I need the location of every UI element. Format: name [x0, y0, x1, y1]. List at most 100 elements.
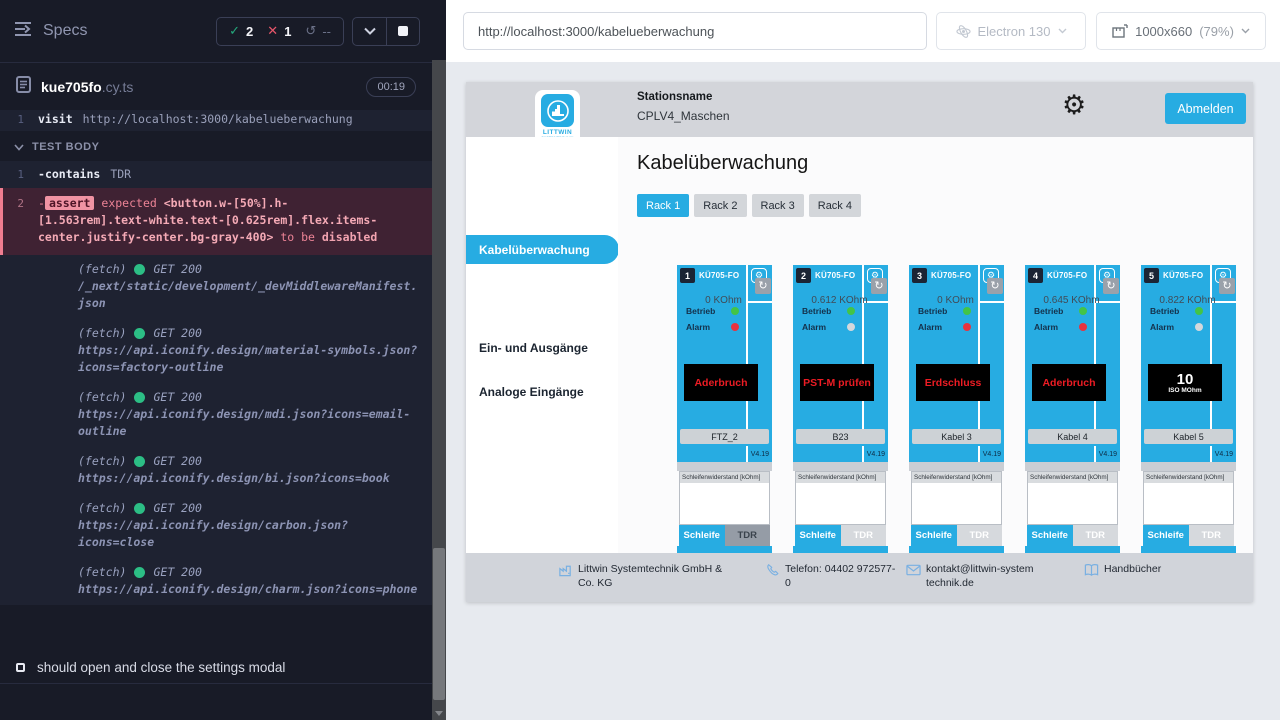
stop-button[interactable]: [386, 18, 419, 45]
refresh-icon[interactable]: ↻: [1219, 278, 1235, 294]
nav-item-ein-und-ausgaenge[interactable]: Ein- und Ausgänge: [479, 341, 588, 355]
loop-resistance-value: 0.612 KOhm: [795, 295, 884, 306]
alarm-led: [847, 323, 855, 331]
test-item-settings-modal[interactable]: should open and close the settings modal: [0, 652, 432, 684]
refresh-icon[interactable]: ↻: [987, 278, 1003, 294]
test-stats[interactable]: ✓ 2 ✕ 1 ↺ --: [216, 17, 344, 46]
tab-rack-3[interactable]: Rack 3: [752, 194, 804, 217]
fetch-log-row[interactable]: (fetch)GET 200 https://api.iconify.desig…: [0, 319, 432, 383]
fetch-log-row[interactable]: (fetch)GET 200 https://api.iconify.desig…: [0, 447, 432, 494]
card-number: 1: [680, 268, 695, 283]
schleife-button[interactable]: Schleife: [911, 525, 957, 546]
cable-name: Kabel 3: [912, 429, 1001, 444]
schleife-button[interactable]: Schleife: [795, 525, 841, 546]
stat-pending: ↺ --: [305, 24, 331, 39]
loop-resistance-value: 0.822 KOhm: [1143, 295, 1232, 306]
runner-controls: [352, 17, 420, 46]
betrieb-led: [1195, 307, 1203, 315]
fetch-log-row[interactable]: (fetch)GET 200 /_next/static/development…: [0, 255, 432, 319]
device-model: KÜ705-FO: [1047, 271, 1087, 280]
footer-manuals[interactable]: Handbücher: [1084, 562, 1161, 582]
cypress-reporter-sidebar: Specs ✓ 2 ✕ 1 ↺ --: [0, 0, 432, 720]
fetch-log-row[interactable]: (fetch)GET 200 https://api.iconify.desig…: [0, 494, 432, 558]
status-dot: [134, 567, 145, 578]
tab-rack-2[interactable]: Rack 2: [694, 194, 746, 217]
refresh-icon[interactable]: ↻: [871, 278, 887, 294]
stat-failed: ✕ 1: [267, 24, 291, 39]
command-contains[interactable]: 1 -contains TDR: [0, 161, 432, 188]
nav-item-kabelueberwachung[interactable]: Kabelüberwachung: [466, 235, 619, 264]
cable-name: Kabel 5: [1144, 429, 1233, 444]
chevron-down-icon: [14, 144, 24, 151]
refresh-icon: ↺: [305, 24, 316, 39]
spec-file-icon: [16, 76, 31, 98]
device-model: KÜ705-FO: [1163, 271, 1203, 280]
electron-icon: [956, 24, 971, 39]
schleife-button[interactable]: Schleife: [1143, 525, 1189, 546]
logout-button[interactable]: Abmelden: [1165, 93, 1246, 124]
url-input[interactable]: [463, 12, 927, 50]
spec-extension: .cy.ts: [102, 79, 134, 95]
cable-name: B23: [796, 429, 885, 444]
nav-item-analoge-eingaenge[interactable]: Analoge Eingänge: [479, 385, 584, 399]
fetch-log-row[interactable]: (fetch)GET 200 https://api.iconify.desig…: [0, 558, 432, 605]
specs-toggle-icon[interactable]: [14, 21, 33, 42]
stop-icon: [398, 26, 408, 36]
tdr-button-disabled: TDR: [1189, 525, 1235, 546]
betrieb-led: [731, 307, 739, 315]
status-dot: [134, 264, 145, 275]
device-card-5: 5 KÜ705-FO ⚙ Betrieb Alarm 10 ISO MOhm K…: [1141, 265, 1236, 553]
firmware-version: V4.19: [983, 451, 1001, 458]
status-dot: [134, 456, 145, 467]
spec-name: kue705fo: [41, 79, 102, 95]
check-icon: ✓: [229, 24, 240, 39]
device-model: KÜ705-FO: [815, 271, 855, 280]
viewport-select[interactable]: 1000x660 (79%): [1096, 12, 1266, 50]
spec-duration-badge: 00:19: [366, 77, 416, 97]
alarm-led: [963, 323, 971, 331]
phone-icon: [766, 563, 780, 590]
card-number: 5: [1144, 268, 1159, 283]
alarm-led: [1195, 323, 1203, 331]
device-model: KÜ705-FO: [699, 271, 739, 280]
reporter-header: Specs ✓ 2 ✕ 1 ↺ --: [0, 0, 432, 63]
scrollbar-thumb[interactable]: [433, 548, 445, 700]
alarm-led: [1079, 323, 1087, 331]
status-display: Erdschluss: [916, 364, 990, 401]
chevron-down-icon: [1241, 28, 1250, 34]
sidebar-scrollbar[interactable]: [432, 0, 446, 720]
tdr-button[interactable]: TDR: [725, 525, 771, 546]
firmware-version: V4.19: [1215, 451, 1233, 458]
chevron-down-icon: [1058, 28, 1067, 34]
device-card-2: 2 KÜ705-FO ⚙ Betrieb Alarm PST-M prüfen …: [793, 265, 888, 553]
browser-select[interactable]: Electron 130: [936, 12, 1086, 50]
command-assert-failed[interactable]: 2 -assert expected <button.w-[50%].h-[1.…: [0, 188, 432, 255]
schleife-button[interactable]: Schleife: [1027, 525, 1073, 546]
scroll-down-arrow[interactable]: [435, 711, 443, 716]
station-name-label: Stationsname: [637, 91, 712, 103]
test-body-section[interactable]: TEST BODY: [0, 131, 432, 161]
collapse-all-button[interactable]: [353, 18, 386, 45]
ruler-icon: [1112, 24, 1128, 38]
status-display: Aderbruch: [1032, 364, 1106, 401]
command-visit[interactable]: 1 visit http://localhost:3000/kabelueber…: [0, 110, 432, 131]
card-number: 3: [912, 268, 927, 283]
tdr-button-disabled: TDR: [957, 525, 1003, 546]
refresh-icon[interactable]: ↻: [1103, 278, 1119, 294]
tab-rack-1[interactable]: Rack 1: [637, 194, 689, 217]
settings-gear-icon[interactable]: ⚙: [1062, 92, 1086, 119]
spec-file-row[interactable]: kue705fo .cy.ts 00:19: [0, 64, 432, 110]
app-footer: Littwin Systemtechnik GmbH & Co. KG Tele…: [466, 553, 1253, 602]
schleife-button[interactable]: Schleife: [679, 525, 725, 546]
device-card-3: 3 KÜ705-FO ⚙ Betrieb Alarm Erdschluss Ka…: [909, 265, 1004, 553]
betrieb-led: [963, 307, 971, 315]
fetch-log-row[interactable]: (fetch)GET 200 https://api.iconify.desig…: [0, 383, 432, 447]
loop-resistance-panel: Schleifenwiderstand [kOhm]: [795, 471, 886, 525]
tab-rack-4[interactable]: Rack 4: [809, 194, 861, 217]
refresh-icon[interactable]: ↻: [755, 278, 771, 294]
rack-tabs: Rack 1 Rack 2 Rack 3 Rack 4: [637, 194, 861, 217]
cross-icon: ✕: [267, 24, 278, 39]
runner-pane: Electron 130 1000x660 (79%) Stationsname: [446, 0, 1280, 720]
footer-email[interactable]: kontakt@littwin-systemtechnik.de: [906, 562, 1036, 590]
loop-resistance-panel: Schleifenwiderstand [kOhm]: [1027, 471, 1118, 525]
